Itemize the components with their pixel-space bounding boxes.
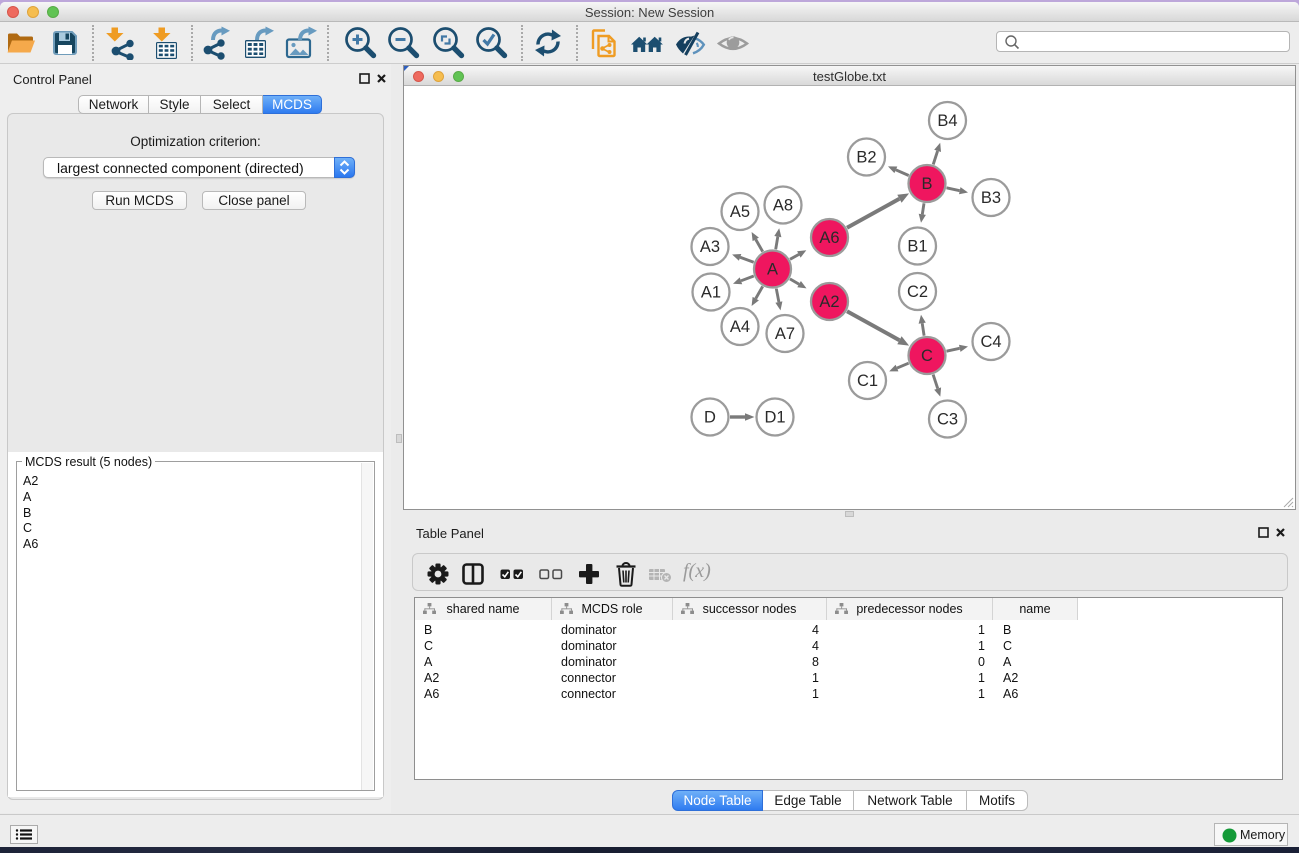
svg-text:B4: B4 [937,112,957,130]
svg-text:A6: A6 [819,229,839,247]
svg-text:D1: D1 [764,409,785,427]
svg-text:B: B [921,175,932,193]
svg-text:A7: A7 [775,325,795,343]
svg-text:A3: A3 [700,238,720,256]
svg-text:C2: C2 [907,283,928,301]
svg-text:C3: C3 [937,411,958,429]
svg-text:B3: B3 [981,189,1001,207]
svg-text:A4: A4 [730,318,750,336]
svg-text:B2: B2 [856,149,876,167]
svg-text:D: D [704,409,716,427]
svg-text:C1: C1 [857,372,878,390]
svg-text:A1: A1 [701,284,721,302]
svg-text:C: C [921,347,933,365]
svg-text:B1: B1 [907,238,927,256]
svg-text:A8: A8 [773,197,793,215]
svg-text:A2: A2 [819,293,839,311]
svg-text:C4: C4 [980,333,1001,351]
svg-text:A5: A5 [730,203,750,221]
svg-text:A: A [767,261,778,279]
